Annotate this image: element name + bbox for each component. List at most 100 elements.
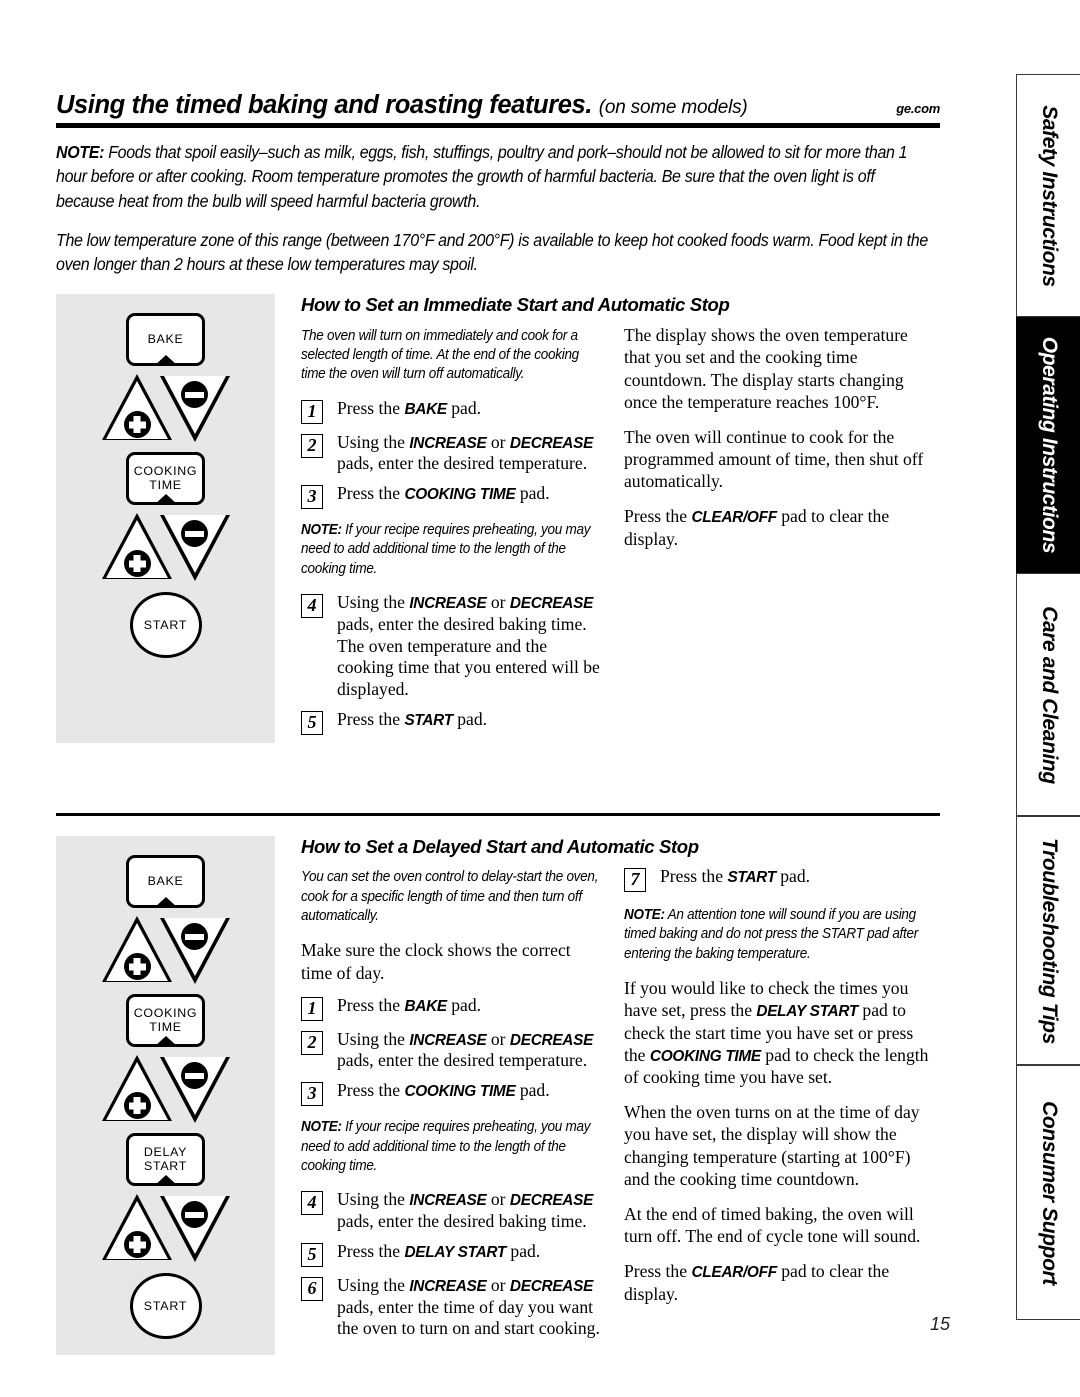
- pad-name: DECREASE: [509, 595, 594, 613]
- intro-note-text: Foods that spoil easily–such as milk, eg…: [56, 142, 908, 211]
- section2-note-2-text: An attention tone will sound if you are …: [624, 907, 918, 962]
- step-item: 1 Press the BAKE pad.: [301, 995, 606, 1021]
- minus-icon: [180, 381, 208, 409]
- page-number: 15: [929, 1314, 950, 1334]
- pad-name: BAKE: [404, 997, 447, 1015]
- section1-right-paragraph-1: The display shows the oven temperature t…: [624, 325, 908, 412]
- step-number: 1: [301, 996, 323, 1021]
- increase-decrease-pads-2[interactable]: [101, 1055, 230, 1125]
- step-text: Press the DELAY START pad.: [337, 1240, 541, 1261]
- cooking-time-pad-key[interactable]: COOKING TIME: [126, 994, 205, 1048]
- section1-right-paragraph-3: Press the CLEAR/OFF pad to clear the dis…: [624, 506, 890, 549]
- increase-decrease-pads-1[interactable]: [101, 374, 230, 444]
- tab-label: Consumer Support: [1037, 1100, 1061, 1285]
- intro-paragraph-2: The low temperature zone of this range (…: [56, 229, 928, 274]
- minus-icon: [180, 520, 208, 548]
- step-text: Press the COOKING TIME pad.: [337, 483, 550, 504]
- step-number: 5: [301, 1242, 323, 1267]
- delay-start-pad-label-line1: DELAY: [143, 1145, 188, 1160]
- page-title-main: Using the timed baking and roasting feat…: [56, 90, 593, 119]
- section2-note-2: NOTE: An attention tone will sound if yo…: [624, 906, 929, 964]
- pad-name: DECREASE: [509, 1031, 594, 1049]
- cooking-time-pad-label-line2: TIME: [149, 477, 182, 492]
- pad-name: DELAY START: [756, 1003, 858, 1021]
- section1-note-label: NOTE:: [301, 522, 342, 539]
- bake-pad-key[interactable]: BAKE: [126, 855, 205, 909]
- bake-pad-key[interactable]: BAKE: [126, 313, 205, 367]
- pad-name: COOKING TIME: [404, 486, 516, 504]
- pad-name: DECREASE: [509, 1192, 594, 1210]
- section2-right-paragraph-5: Press the CLEAR/OFF pad to clear the dis…: [624, 1261, 890, 1304]
- intro-note-label: NOTE:: [56, 142, 105, 162]
- step-text: Using the INCREASE or DECREASE pads, ent…: [337, 1274, 600, 1339]
- step-item: 3 Press the COOKING TIME pad.: [301, 1080, 606, 1107]
- tab-consumer-support[interactable]: Consumer Support: [1016, 1065, 1080, 1320]
- section2-note-label: NOTE:: [301, 1119, 342, 1136]
- section1-left-column: How to Set an Immediate Start and Automa…: [301, 294, 730, 743]
- plus-icon: [123, 953, 151, 981]
- step-item: 5 Press the START pad.: [301, 709, 606, 736]
- pad-name: START: [727, 869, 776, 887]
- step-number: 7: [624, 868, 646, 893]
- pad-name: BAKE: [404, 400, 447, 418]
- section2-left-column: How to Set a Delayed Start and Automatic…: [301, 836, 699, 1355]
- start-pad-key[interactable]: START: [129, 592, 202, 659]
- tab-care-and-cleaning[interactable]: Care and Cleaning: [1016, 573, 1080, 816]
- step-text: Using the INCREASE or DECREASE pads, ent…: [337, 1028, 594, 1071]
- step-item: 5 Press the DELAY START pad.: [301, 1241, 606, 1267]
- section-divider: [56, 813, 940, 817]
- pad-name: INCREASE: [409, 1031, 487, 1049]
- tab-label: Operating Instructions: [1037, 336, 1061, 554]
- section1-right-paragraph-2: The oven will continue to cook for the p…: [624, 426, 924, 492]
- step-text: Press the COOKING TIME pad.: [337, 1080, 550, 1101]
- manual-page: Using the timed baking and roasting feat…: [0, 0, 1080, 1397]
- tab-label: Troubleshooting Tips: [1037, 837, 1061, 1044]
- cooking-time-pad-key[interactable]: COOKING TIME: [126, 452, 205, 506]
- step-text: Press the START pad.: [660, 866, 811, 887]
- minus-icon: [180, 923, 208, 951]
- section1-title: How to Set an Immediate Start and Automa…: [301, 294, 730, 316]
- section2-lead: Make sure the clock shows the correct ti…: [301, 940, 571, 983]
- step-number: 1: [301, 399, 323, 424]
- control-pad-diagram-1: BAKE COOKING TIME START: [56, 294, 275, 744]
- minus-icon: [180, 1062, 208, 1090]
- pad-name: INCREASE: [409, 595, 487, 613]
- bake-pad-label: BAKE: [147, 332, 184, 347]
- cooking-time-pad-label-line1: COOKING: [133, 464, 198, 479]
- delay-start-pad-key[interactable]: DELAY START: [126, 1133, 205, 1187]
- step-item: 2 Using the INCREASE or DECREASE pads, e…: [301, 432, 606, 476]
- pad-name: DECREASE: [509, 434, 594, 452]
- step-item: 4 Using the INCREASE or DECREASE pads, e…: [301, 592, 606, 701]
- section1-blurb: The oven will turn on immediately and co…: [301, 327, 579, 383]
- cooking-time-pad-label-line2: TIME: [149, 1019, 182, 1034]
- page-title-subtitle: (on some models): [598, 96, 748, 118]
- start-pad-label: START: [143, 1299, 188, 1314]
- step-text: Using the INCREASE or DECREASE pads, ent…: [337, 1189, 594, 1231]
- start-pad-key[interactable]: START: [129, 1273, 202, 1340]
- section2-note: NOTE: If your recipe requires preheating…: [301, 1118, 606, 1176]
- step-number: 4: [301, 1191, 323, 1216]
- increase-decrease-pads-3[interactable]: [101, 1194, 230, 1264]
- step-item: 2 Using the INCREASE or DECREASE pads, e…: [301, 1029, 606, 1073]
- page-header: Using the timed baking and roasting feat…: [56, 74, 940, 118]
- increase-decrease-pads-1[interactable]: [101, 916, 230, 986]
- step-item: 1 Press the BAKE pad.: [301, 398, 606, 424]
- step-text: Using the INCREASE or DECREASE pads, ent…: [337, 431, 594, 474]
- pad-name: INCREASE: [409, 1277, 487, 1295]
- minus-icon: [180, 1201, 208, 1229]
- step-item: 3 Press the COOKING TIME pad.: [301, 483, 606, 510]
- page-title: Using the timed baking and roasting feat…: [56, 90, 748, 119]
- increase-decrease-pads-2[interactable]: [101, 513, 230, 583]
- step-number: 3: [301, 485, 323, 510]
- pad-name: INCREASE: [409, 434, 487, 452]
- tab-operating-instructions[interactable]: Operating Instructions: [1016, 317, 1080, 573]
- section2-note-2-label: NOTE:: [624, 907, 665, 924]
- pad-name: COOKING TIME: [649, 1047, 761, 1065]
- section-immediate-start: BAKE COOKING TIME START How to Set an Im…: [56, 294, 940, 744]
- step-number: 3: [301, 1082, 323, 1107]
- tab-label: Care and Cleaning: [1037, 605, 1061, 784]
- tab-troubleshooting-tips[interactable]: Troubleshooting Tips: [1016, 816, 1080, 1065]
- step-number: 6: [301, 1276, 323, 1301]
- start-pad-label: START: [143, 618, 188, 633]
- tab-safety-instructions[interactable]: Safety Instructions: [1016, 74, 1080, 317]
